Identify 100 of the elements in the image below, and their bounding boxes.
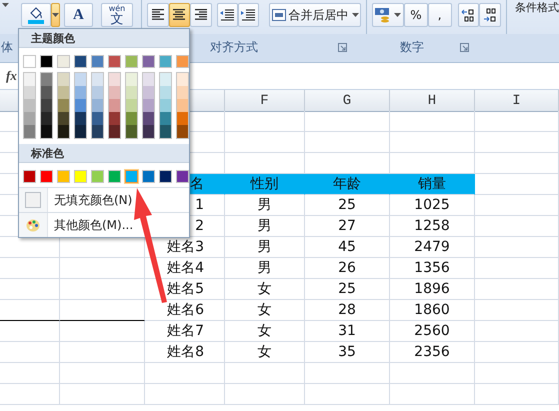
color-swatch[interactable] (41, 112, 52, 125)
color-swatch[interactable] (142, 55, 155, 68)
color-swatch[interactable] (159, 55, 172, 68)
table-cell: 女 (225, 279, 305, 300)
color-swatch[interactable] (126, 125, 137, 138)
merge-center-button[interactable]: 合并后居中 (268, 3, 362, 27)
color-swatch[interactable] (24, 73, 35, 86)
menu-item[interactable]: 无填充颜色(N) (54, 192, 132, 208)
color-swatch[interactable] (41, 125, 52, 138)
color-swatch[interactable] (126, 112, 137, 125)
color-swatch[interactable] (57, 55, 70, 68)
color-swatch[interactable] (109, 112, 120, 125)
table-cell: 1356 (390, 258, 475, 279)
color-swatch[interactable] (143, 125, 154, 138)
color-swatch[interactable] (92, 125, 103, 138)
color-swatch[interactable] (176, 170, 189, 183)
color-swatch[interactable] (24, 125, 35, 138)
color-swatch[interactable] (75, 125, 86, 138)
color-swatch[interactable] (58, 73, 69, 86)
color-swatch[interactable] (177, 125, 188, 138)
color-swatch[interactable] (92, 73, 103, 86)
color-swatch[interactable] (75, 86, 86, 99)
color-swatch[interactable] (160, 73, 171, 86)
color-swatch[interactable] (40, 55, 53, 68)
color-swatch[interactable] (92, 99, 103, 112)
color-swatch[interactable] (159, 170, 172, 183)
menu-item[interactable]: 其他颜色(M)... (54, 216, 134, 234)
color-swatch[interactable] (41, 86, 52, 99)
table-cell: 1025 (390, 195, 475, 216)
decrease-indent-button[interactable] (217, 3, 238, 27)
color-swatch[interactable] (58, 112, 69, 125)
color-swatch[interactable] (160, 86, 171, 99)
font-color-button[interactable]: A (64, 3, 94, 27)
color-swatch[interactable] (41, 99, 52, 112)
color-swatch[interactable] (109, 99, 120, 112)
color-swatch[interactable] (177, 73, 188, 86)
color-swatch[interactable] (58, 99, 69, 112)
color-swatch[interactable] (109, 125, 120, 138)
dialog-launcher-icon[interactable] (460, 43, 469, 52)
table-cell (0, 321, 60, 342)
color-swatch[interactable] (143, 99, 154, 112)
color-swatch[interactable] (143, 73, 154, 86)
align-button[interactable] (168, 3, 190, 27)
color-swatch[interactable] (177, 99, 188, 112)
color-swatch[interactable] (108, 55, 121, 68)
increase-decimal-button[interactable] (458, 3, 480, 27)
color-swatch[interactable] (75, 73, 86, 86)
color-swatch[interactable] (41, 73, 52, 86)
color-swatch[interactable] (143, 112, 154, 125)
dialog-launcher-icon[interactable] (338, 43, 347, 52)
color-swatch[interactable] (24, 99, 35, 112)
color-swatch[interactable] (109, 73, 120, 86)
align-button[interactable] (146, 3, 169, 27)
color-swatch[interactable] (74, 170, 87, 183)
color-swatch[interactable] (177, 86, 188, 99)
column-header[interactable]: H (390, 90, 475, 112)
color-swatch[interactable] (125, 170, 138, 183)
conditional-format-button[interactable]: 条件格式 (515, 0, 559, 15)
column-header[interactable]: F (225, 90, 305, 112)
color-swatch[interactable] (57, 170, 70, 183)
function-icon[interactable]: fx (6, 68, 17, 84)
color-swatch[interactable] (143, 86, 154, 99)
color-swatch[interactable] (75, 99, 86, 112)
color-swatch[interactable] (176, 55, 189, 68)
color-swatch[interactable] (24, 86, 35, 99)
color-swatch[interactable] (126, 86, 137, 99)
color-swatch[interactable] (24, 112, 35, 125)
color-swatch[interactable] (23, 170, 36, 183)
color-swatch[interactable] (160, 99, 171, 112)
color-swatch[interactable] (58, 125, 69, 138)
money-icon (375, 7, 392, 23)
color-swatch[interactable] (160, 125, 171, 138)
phonetic-button[interactable]: wén 文 (101, 3, 133, 27)
column-header[interactable]: G (305, 90, 390, 112)
color-swatch[interactable] (108, 170, 121, 183)
color-swatch[interactable] (126, 73, 137, 86)
number-format-button[interactable]: % (404, 3, 428, 27)
increase-indent-button[interactable] (238, 3, 259, 27)
column-header[interactable]: I (475, 90, 559, 112)
color-swatch[interactable] (126, 99, 137, 112)
color-swatch[interactable] (91, 170, 104, 183)
color-swatch[interactable] (91, 55, 104, 68)
color-swatch[interactable] (142, 170, 155, 183)
number-format-button[interactable]: , (428, 3, 452, 27)
color-swatch[interactable] (177, 112, 188, 125)
fill-color-icon[interactable] (28, 6, 44, 24)
color-swatch[interactable] (74, 55, 87, 68)
decrease-decimal-button[interactable] (479, 3, 501, 27)
table-cell: 1258 (390, 216, 475, 237)
color-swatch[interactable] (125, 55, 138, 68)
color-swatch[interactable] (75, 112, 86, 125)
color-swatch[interactable] (58, 86, 69, 99)
color-swatch[interactable] (40, 170, 53, 183)
color-swatch[interactable] (92, 86, 103, 99)
color-swatch[interactable] (92, 112, 103, 125)
currency-button[interactable] (372, 3, 404, 27)
color-swatch[interactable] (23, 55, 36, 68)
color-swatch[interactable] (160, 112, 171, 125)
align-button[interactable] (190, 3, 212, 27)
color-swatch[interactable] (109, 86, 120, 99)
